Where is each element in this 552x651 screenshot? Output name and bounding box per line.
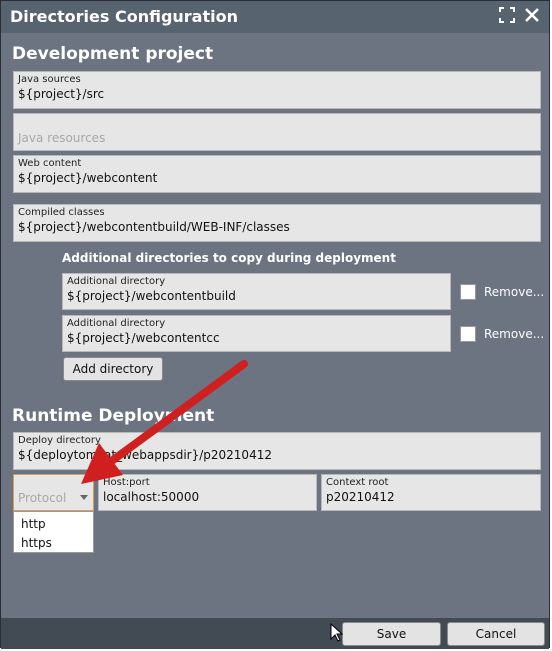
remove-label[interactable]: Remove... [484, 327, 544, 341]
maximize-icon[interactable] [498, 7, 516, 25]
compiled-classes-value: ${project}/webcontentbuild/WEB-INF/class… [18, 220, 290, 234]
java-sources-label: Java sources [18, 74, 81, 85]
cancel-button[interactable]: Cancel [447, 622, 545, 646]
protocol-select[interactable]: Protocol [13, 474, 94, 511]
java-sources-field[interactable]: Java sources ${project}/src [13, 71, 541, 109]
context-root-label: Context root [326, 477, 389, 488]
protocol-option-http[interactable]: http [21, 517, 46, 531]
additional-directory-label: Additional directory [67, 318, 166, 329]
directories-configuration-dialog: Directories Configuration Development pr… [0, 0, 550, 649]
host-port-label: Host:port [103, 477, 150, 488]
additional-directory-field[interactable]: Additional directory ${project}/webconte… [62, 273, 451, 310]
additional-directory-value: ${project}/webcontentbuild [67, 289, 236, 303]
remove-checkbox[interactable] [460, 284, 476, 300]
deploy-directory-field[interactable]: Deploy directory ${deploytomcat_webappsd… [13, 432, 541, 470]
web-content-value: ${project}/webcontent [18, 171, 158, 185]
dialog-title: Directories Configuration [10, 7, 238, 26]
dialog-footer: Save Cancel [1, 618, 549, 649]
deploy-directory-label: Deploy directory [18, 435, 101, 446]
java-sources-value: ${project}/src [18, 87, 105, 101]
dialog-content: Development project Java sources ${proje… [1, 33, 549, 618]
host-port-field[interactable]: Host:port localhost:50000 [98, 474, 317, 511]
development-section-title: Development project [12, 44, 214, 64]
web-content-label: Web content [18, 158, 82, 169]
host-port-value: localhost:50000 [103, 490, 200, 504]
save-button[interactable]: Save [342, 622, 441, 646]
compiled-classes-field[interactable]: Compiled classes ${project}/webcontentbu… [13, 204, 541, 242]
context-root-value: p20210412 [326, 490, 395, 504]
additional-directory-label: Additional directory [67, 276, 166, 287]
protocol-option-https[interactable]: https [21, 536, 52, 550]
dialog-titlebar: Directories Configuration [1, 1, 549, 33]
add-directory-button[interactable]: Add directory [63, 357, 163, 381]
java-resources-placeholder: Java resources [18, 131, 106, 145]
remove-checkbox[interactable] [460, 326, 476, 342]
java-resources-field[interactable]: Java resources [13, 113, 541, 151]
remove-label[interactable]: Remove... [484, 285, 544, 299]
chevron-down-icon [80, 495, 88, 500]
protocol-dropdown: http https [13, 511, 94, 553]
web-content-field[interactable]: Web content ${project}/webcontent [13, 155, 541, 193]
additional-directory-field[interactable]: Additional directory ${project}/webconte… [62, 315, 451, 352]
mouse-cursor-icon [330, 623, 344, 642]
additional-directories-title: Additional directories to copy during de… [62, 251, 396, 265]
additional-directory-value: ${project}/webcontentcc [67, 331, 220, 345]
close-icon[interactable] [523, 7, 541, 25]
context-root-field[interactable]: Context root p20210412 [321, 474, 541, 511]
protocol-placeholder: Protocol [18, 491, 67, 505]
deploy-directory-value: ${deploytomcat_webappsdir}/p20210412 [18, 448, 272, 462]
runtime-section-title: Runtime Deployment [12, 406, 215, 426]
compiled-classes-label: Compiled classes [18, 207, 105, 218]
